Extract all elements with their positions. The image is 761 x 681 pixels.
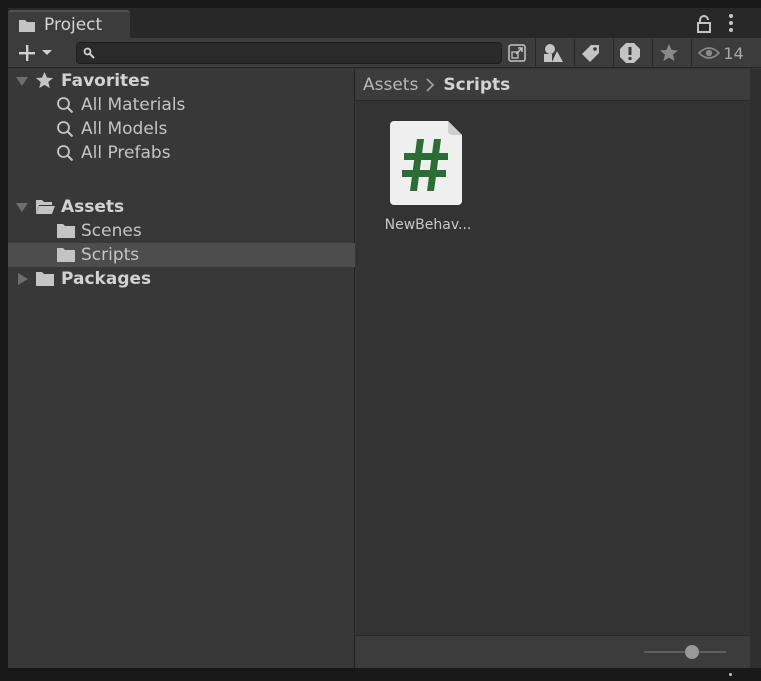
- tree-item-label: Packages: [61, 269, 152, 289]
- asset-label: NewBehav...: [384, 217, 472, 233]
- tree-item-label: All Materials: [81, 95, 186, 115]
- toolbar-separator: [574, 38, 575, 68]
- breadcrumb-scripts[interactable]: Scripts: [443, 75, 510, 95]
- tree-item-label: Favorites: [61, 71, 150, 91]
- eye-icon: [698, 47, 721, 59]
- open-search-window-button[interactable]: [506, 40, 528, 66]
- tab-project[interactable]: Project: [8, 10, 130, 38]
- folder-tree: Favorites All Materials All Models All P…: [8, 69, 355, 668]
- expanded-arrow-icon[interactable]: [16, 75, 28, 87]
- hidden-packages-toggle[interactable]: 14: [696, 40, 746, 66]
- csharp-script-icon: [390, 121, 462, 205]
- toolbar-separator: [613, 38, 614, 68]
- tree-item-label: All Prefabs: [81, 143, 171, 163]
- right-edge-gutter: [750, 69, 761, 668]
- asset-browser: Assets Scripts NewBehav...: [356, 69, 750, 668]
- tree-item-assets[interactable]: Assets: [8, 195, 355, 219]
- plus-icon: [19, 45, 35, 61]
- tab-strip: Project: [8, 8, 761, 38]
- breadcrumb-assets[interactable]: Assets: [363, 75, 418, 95]
- folder-icon: [57, 248, 75, 262]
- folder-open-icon: [36, 200, 55, 214]
- tree-item-all-prefabs[interactable]: All Prefabs: [8, 141, 355, 165]
- folder-icon: [57, 224, 75, 238]
- hidden-packages-count: 14: [723, 43, 744, 63]
- search-input[interactable]: [101, 44, 497, 62]
- tree-item-scripts[interactable]: Scripts: [8, 243, 355, 267]
- chevron-right-icon: [426, 77, 435, 92]
- search-by-type-button[interactable]: [540, 40, 566, 66]
- open-search-window-icon: [508, 44, 526, 62]
- folder-icon: [36, 272, 54, 286]
- kebab-menu-icon[interactable]: [724, 12, 738, 34]
- toolbar-separator: [691, 38, 692, 68]
- favorites-filter-button[interactable]: [656, 40, 682, 66]
- star-icon: [35, 71, 54, 89]
- tree-item-all-models[interactable]: All Models: [8, 117, 355, 141]
- bottom-bar: [356, 635, 750, 668]
- favorites-star-icon: [660, 44, 678, 61]
- search-field[interactable]: [76, 42, 502, 64]
- console-warning-icon: [620, 43, 640, 63]
- lock-icon[interactable]: [696, 14, 714, 34]
- search-by-label-icon: [582, 45, 599, 62]
- tree-item-label: All Models: [81, 119, 168, 139]
- tree-item-label: Scripts: [81, 245, 140, 265]
- chevron-down-icon: [42, 50, 52, 55]
- toolbar-separator: [652, 38, 653, 68]
- tree-item-label: Assets: [61, 197, 125, 217]
- search-icon: [57, 145, 74, 162]
- search-icon: [83, 47, 95, 59]
- toolbar-separator: [535, 38, 536, 68]
- collapsed-arrow-icon[interactable]: [17, 273, 29, 285]
- tree-item-label: Scenes: [81, 221, 142, 241]
- toolbar: 14: [8, 38, 761, 68]
- tree-item-packages[interactable]: Packages: [8, 267, 355, 291]
- expanded-arrow-icon[interactable]: [16, 201, 28, 213]
- search-icon: [57, 97, 74, 114]
- footer-dot: [729, 673, 732, 676]
- left-edge: [0, 0, 8, 681]
- tree-item-scenes[interactable]: Scenes: [8, 219, 355, 243]
- search-by-type-icon: [544, 44, 563, 62]
- tree-item-all-materials[interactable]: All Materials: [8, 93, 355, 117]
- breadcrumb: Assets Scripts: [356, 69, 750, 101]
- search-by-label-button[interactable]: [578, 40, 604, 66]
- icon-size-slider-thumb[interactable]: [685, 645, 699, 659]
- create-dropdown-button[interactable]: [12, 41, 64, 65]
- tab-title: Project: [44, 15, 103, 35]
- search-icon: [57, 121, 74, 138]
- folder-icon: [19, 19, 35, 32]
- tree-item-favorites[interactable]: Favorites: [8, 69, 355, 93]
- project-window: Project 14 Favorites All Materials All M…: [8, 8, 761, 668]
- console-warning-button[interactable]: [617, 40, 643, 66]
